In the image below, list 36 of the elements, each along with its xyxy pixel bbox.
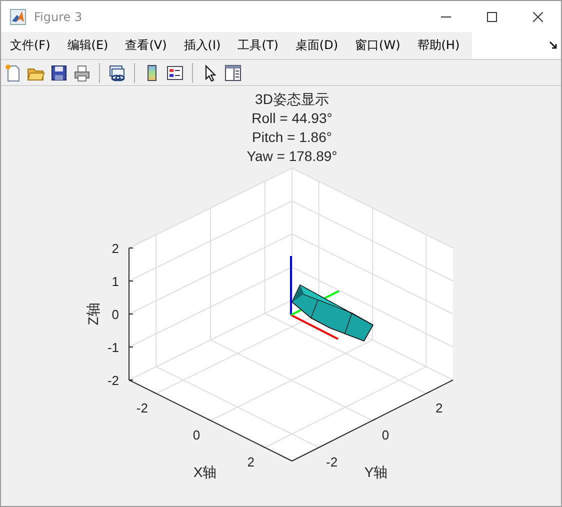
menu-item[interactable]: 帮助(H) (408, 32, 468, 59)
menu-item[interactable]: 窗口(W) (346, 32, 408, 59)
app-logo-icon (10, 8, 26, 24)
axis-label: Y轴 (364, 464, 388, 480)
plot-title: 3D姿态显示 (255, 91, 329, 107)
window-title: Figure 3 (34, 10, 84, 24)
tick-label: -2 (107, 373, 119, 388)
linked-plot-icon[interactable] (108, 64, 126, 82)
axis-label: Z轴 (85, 302, 101, 326)
plot-title: Pitch = 1.86° (252, 129, 332, 145)
tick-label: 2 (247, 454, 254, 470)
printer-icon[interactable] (73, 64, 91, 82)
overflow-arrow-icon[interactable] (549, 41, 557, 49)
menu-item[interactable]: 桌面(D) (286, 32, 346, 59)
tick-label: 2 (112, 241, 119, 256)
tick-label: 0 (192, 428, 200, 442)
legend-icon[interactable] (166, 64, 184, 82)
menu-item[interactable]: 编辑(E) (58, 32, 116, 59)
tick-label: -2 (326, 454, 338, 470)
menu-item[interactable]: 查看(V) (116, 32, 175, 59)
tick-label: 0 (382, 428, 390, 442)
plot-title: Yaw = 178.89° (246, 148, 338, 164)
menu-item[interactable]: 插入(I) (174, 32, 229, 59)
property-panel-icon[interactable] (224, 64, 242, 82)
new-file-icon[interactable] (4, 64, 22, 82)
axis-label: X轴 (193, 464, 217, 480)
tick-label: 1 (112, 274, 119, 289)
tick-label: 0 (112, 307, 119, 322)
tick-label: -1 (107, 340, 119, 355)
maximize-icon (487, 12, 497, 22)
tick-label: -2 (136, 400, 148, 416)
close-icon (533, 12, 543, 22)
plot-title: Roll = 44.93° (252, 110, 332, 126)
tick-label: 2 (436, 400, 443, 416)
menu-item[interactable]: 工具(T) (228, 32, 286, 59)
menu-item[interactable]: 文件(F) (1, 32, 58, 59)
